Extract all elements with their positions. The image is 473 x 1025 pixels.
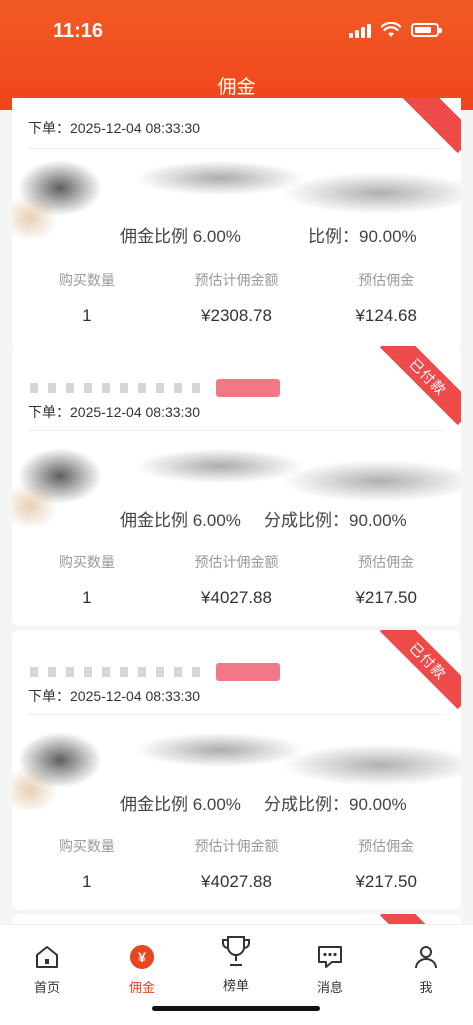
platform-tag <box>216 663 280 681</box>
status-time: 11:16 <box>53 20 104 42</box>
stat-estimated-amount: 预估计佣金额 ¥4027.88 <box>194 838 279 891</box>
message-icon <box>318 946 342 968</box>
signal-icon <box>349 22 371 38</box>
tab-commission[interactable]: ¥ 佣金 <box>112 943 172 996</box>
tab-messages[interactable]: 消息 <box>300 943 360 996</box>
order-card[interactable]: 已付款 下单：2025-12-04 08:33:30 佣金比例 6.00% 分成… <box>12 346 461 626</box>
home-icon <box>36 946 58 968</box>
commission-ratio: 佣金比例 6.00% <box>120 227 241 246</box>
merchant-name-redacted <box>30 383 210 393</box>
tab-label: 佣金 <box>128 980 155 995</box>
order-time: 下单：2025-12-04 08:33:30 <box>28 120 200 136</box>
stat-estimated-commission: 预估佣金 ¥124.68 <box>355 272 417 325</box>
battery-icon <box>411 23 442 37</box>
order-stats: 购买数量 1 预估计佣金额 ¥4027.88 预估佣金 ¥217.50 <box>12 836 461 892</box>
stat-quantity: 购买数量 1 <box>58 838 115 891</box>
share-ratio: 分成比例：90.00% <box>264 795 407 814</box>
stat-quantity: 购买数量 1 <box>58 554 115 607</box>
app-header: 11:16 佣金 <box>0 0 473 110</box>
status-ribbon: 已付款 <box>379 630 461 710</box>
trophy-icon <box>222 936 250 966</box>
home-indicator <box>152 1006 320 1011</box>
share-ratio: 比例：90.00% <box>308 227 417 246</box>
stat-quantity: 购买数量 1 <box>58 272 115 325</box>
merchant-info <box>30 379 280 397</box>
commission-ratio: 佣金比例 6.00% <box>120 795 241 814</box>
share-ratio: 分成比例：90.00% <box>264 511 407 530</box>
yen-icon: ¥ <box>130 945 154 969</box>
tab-label: 消息 <box>316 980 343 995</box>
tab-label: 首页 <box>33 980 60 995</box>
stat-estimated-commission: 预估佣金 ¥217.50 <box>355 838 417 891</box>
order-stats: 购买数量 1 预估计佣金额 ¥2308.78 预估佣金 ¥124.68 <box>12 270 461 326</box>
wifi-icon <box>381 22 401 37</box>
tab-ranking[interactable]: 榜单 <box>206 931 266 994</box>
commission-ratio: 佣金比例 6.00% <box>120 511 241 530</box>
platform-tag <box>216 379 280 397</box>
stat-estimated-commission: 预估佣金 ¥217.50 <box>355 554 417 607</box>
stat-estimated-amount: 预估计佣金额 ¥2308.78 <box>194 272 279 325</box>
order-time: 下单：2025-12-04 08:33:30 <box>28 688 200 704</box>
status-icons <box>349 22 442 38</box>
order-stats: 购买数量 1 预估计佣金额 ¥4027.88 预估佣金 ¥217.50 <box>12 552 461 608</box>
tab-label: 我 <box>419 980 433 995</box>
merchant-info <box>30 663 280 681</box>
page-title: 佣金 <box>217 77 256 98</box>
merchant-name-redacted <box>30 667 210 677</box>
order-card[interactable]: 下单：2025-12-04 08:33:30 佣金比例 6.00% 比例：90.… <box>12 98 461 350</box>
tab-home[interactable]: 首页 <box>17 943 77 996</box>
tab-me[interactable]: 我 <box>396 943 456 996</box>
order-card[interactable]: 已付款 下单：2025-12-04 08:33:30 佣金比例 6.00% 分成… <box>12 630 461 910</box>
status-ribbon: 已付款 <box>379 346 461 426</box>
order-time: 下单：2025-12-04 08:33:30 <box>28 404 200 420</box>
tab-label: 榜单 <box>222 978 249 993</box>
stat-estimated-amount: 预估计佣金额 ¥4027.88 <box>194 554 279 607</box>
user-icon <box>415 946 437 969</box>
